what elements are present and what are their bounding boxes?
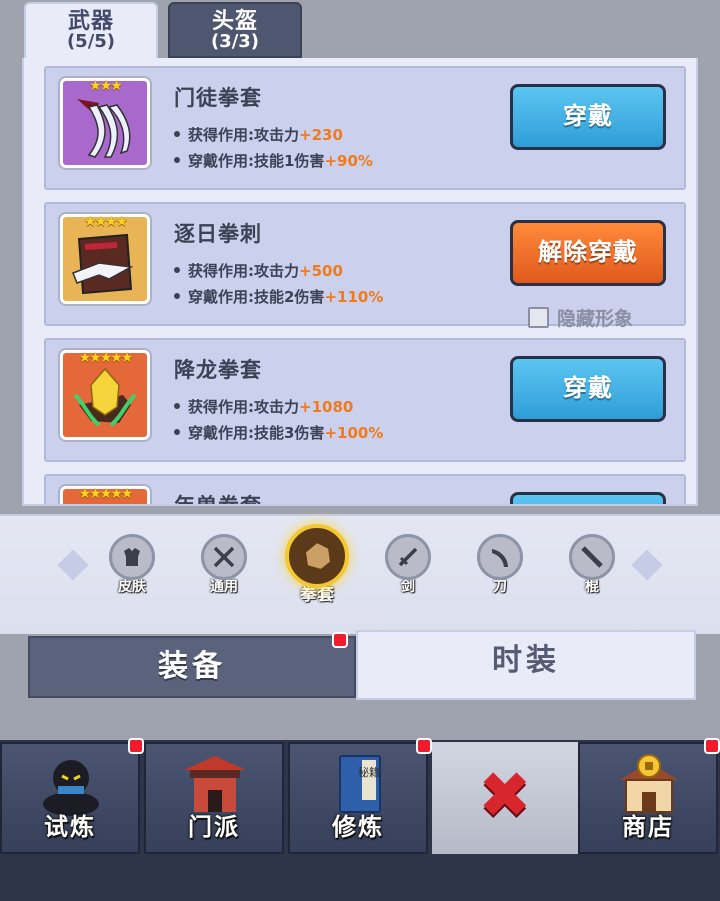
nav-label: 试炼 [44, 813, 96, 841]
hide-appearance-checkbox[interactable]: 隐藏形象 [528, 304, 633, 331]
tab-helmet-label: 头盔 [211, 9, 258, 34]
equipment-card: ★★★★★ 降龙拳套 获得作用:攻击力+1080 穿戴作用:技能3伤害+100%… [44, 338, 686, 462]
category-sword[interactable]: 剑 [378, 534, 438, 596]
equip-button[interactable]: 穿戴 [510, 356, 666, 422]
wear-effect: 穿戴作用:技能3伤害+100% [174, 422, 383, 443]
wear-effect: 穿戴作用:技能1伤害+90% [174, 150, 373, 171]
book-title: 秘籍 [358, 765, 380, 779]
rarity-stars: ★★★★★ [78, 486, 134, 502]
tab-helmet[interactable]: 头盔 (3/3) [168, 2, 302, 58]
item-name: 降龙拳套 [174, 358, 262, 382]
saber-icon [477, 534, 523, 580]
hide-appearance-label: 隐藏形象 [557, 308, 634, 330]
close-icon: ✖ [478, 759, 532, 833]
tab-fashion[interactable]: 时装 [356, 630, 696, 700]
staff-icon [569, 534, 615, 580]
item-name: 逐日拳刺 [174, 222, 262, 246]
fist-icon [285, 524, 349, 588]
dragon-gauntlet-icon: ★★★★★ [60, 350, 150, 440]
obtain-effect: 获得作用:攻击力+230 [174, 124, 343, 145]
notification-dot [128, 738, 144, 754]
armor-icon [109, 534, 155, 580]
nav-cultivate[interactable]: 秘籍 修炼 [288, 742, 428, 854]
tab-weapon-label: 武器 [67, 9, 114, 34]
nav-label: 商店 [622, 813, 674, 841]
decor-diamond [631, 549, 663, 581]
rarity-stars: ★★★★ [83, 214, 128, 230]
item-name: 年兽拳套 [174, 490, 262, 504]
equipment-card: ★★★★★ 年兽拳套 [44, 474, 686, 504]
equip-button[interactable] [510, 492, 666, 504]
gauntlet-icon: ★★★★★ [60, 486, 150, 504]
equipment-card: ★★★★ 逐日拳刺 获得作用:攻击力+500 穿戴作用:技能2伤害+110% 解… [44, 202, 686, 330]
tab-equipment[interactable]: 装备 [28, 636, 356, 698]
equipment-card: ★★★ 门徒拳套 获得作用:攻击力+230 穿戴作用:技能1伤害+90% 穿戴 [44, 66, 686, 190]
checkbox-box[interactable] [528, 307, 549, 328]
wear-effect: 穿戴作用:技能2伤害+110% [174, 286, 383, 307]
category-gauntlet[interactable]: 拳套 [284, 524, 350, 605]
rarity-stars: ★★★ [89, 78, 123, 94]
notification-dot [416, 738, 432, 754]
tab-helmet-count: (3/3) [210, 31, 260, 53]
equip-button[interactable]: 穿戴 [510, 84, 666, 150]
close-button[interactable]: ✖ [432, 742, 578, 854]
rarity-stars: ★★★★★ [78, 350, 134, 366]
notification-dot [332, 632, 348, 648]
tab-weapon[interactable]: 武器 (5/5) [24, 2, 158, 62]
obtain-effect: 获得作用:攻击力+500 [174, 260, 343, 281]
category-bar: 皮肤 通用 拳套 剑 刀 棍 [0, 514, 720, 634]
decor-diamond [57, 549, 89, 581]
unequip-button[interactable]: 解除穿戴 [510, 220, 666, 286]
claw-icon: ★★★ [60, 78, 150, 168]
nav-sect[interactable]: 门派 [144, 742, 284, 854]
category-staff[interactable]: 棍 [562, 534, 622, 596]
nav-label: 门派 [188, 813, 240, 841]
nav-trial[interactable]: 试炼 [0, 742, 140, 854]
sword-icon [385, 534, 431, 580]
tab-weapon-count: (5/5) [66, 31, 116, 53]
equipment-panel: ★★★ 门徒拳套 获得作用:攻击力+230 穿戴作用:技能1伤害+90% 穿戴 … [22, 58, 698, 506]
category-saber[interactable]: 刀 [470, 534, 530, 596]
nav-shop[interactable]: 商店 [578, 742, 718, 854]
category-general[interactable]: 通用 [194, 534, 254, 596]
obtain-effect: 获得作用:攻击力+1080 [174, 396, 353, 417]
crossed-swords-icon [201, 534, 247, 580]
blade-knuckle-icon: ★★★★ [60, 214, 150, 304]
equipment-list[interactable]: ★★★ 门徒拳套 获得作用:攻击力+230 穿戴作用:技能1伤害+90% 穿戴 … [44, 66, 686, 504]
item-name: 门徒拳套 [174, 86, 262, 110]
category-skin[interactable]: 皮肤 [102, 534, 162, 596]
nav-label: 修炼 [332, 813, 384, 841]
notification-dot [704, 738, 720, 754]
